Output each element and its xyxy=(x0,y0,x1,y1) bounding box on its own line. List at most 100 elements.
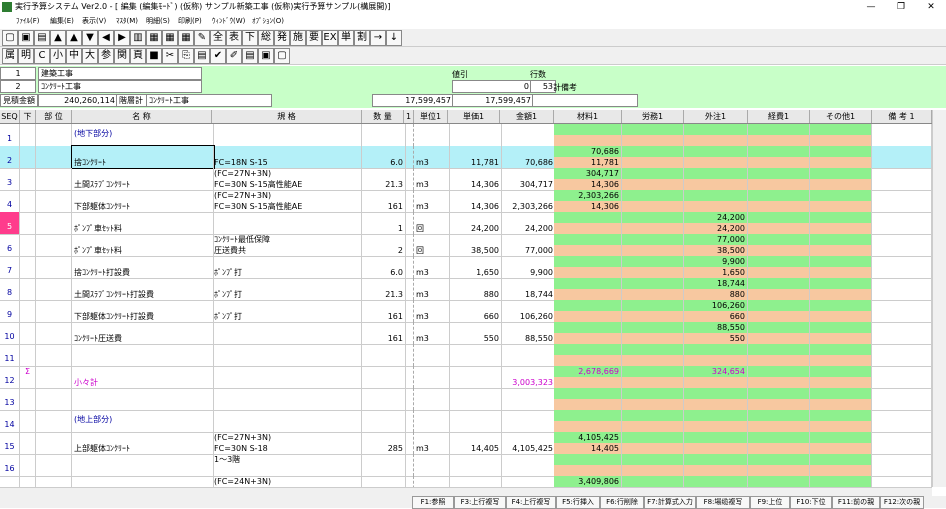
breakdown-cell[interactable]: 3,409,806 xyxy=(554,476,622,487)
quantity-cell[interactable]: 6.0 xyxy=(362,146,406,168)
breakdown-cell[interactable]: 324,654 xyxy=(684,366,748,388)
unit-cell[interactable] xyxy=(414,124,450,146)
quantity-cell[interactable] xyxy=(362,124,406,146)
quantity-cell[interactable] xyxy=(362,476,406,487)
toolbar-button[interactable]: 単 xyxy=(338,30,354,46)
breakdown-cell[interactable] xyxy=(810,476,872,487)
unit-cell[interactable] xyxy=(414,388,450,410)
toolbar-button[interactable]: ■ xyxy=(146,48,162,64)
part-cell[interactable] xyxy=(36,344,72,366)
toolbar-button[interactable]: EX xyxy=(322,30,338,46)
amount-cell[interactable]: 77,000 xyxy=(500,234,556,256)
part-cell[interactable] xyxy=(36,212,72,234)
unit-cell[interactable] xyxy=(414,366,450,388)
breakdown-cell[interactable] xyxy=(622,190,684,212)
remark-cell[interactable] xyxy=(872,234,932,256)
toolbar-button[interactable]: 総 xyxy=(258,30,274,46)
remark-cell[interactable] xyxy=(872,212,932,234)
quantity-cell[interactable]: 6.0 xyxy=(362,256,406,278)
seq-cell[interactable]: 15 xyxy=(0,432,20,454)
spec-cell[interactable] xyxy=(212,124,362,146)
qty-sub-cell[interactable] xyxy=(404,234,414,256)
breakdown-cell[interactable] xyxy=(748,190,810,212)
name-cell[interactable]: 小々計 xyxy=(72,366,214,388)
maximize-button[interactable]: ❐ xyxy=(886,0,916,14)
toolbar-button[interactable]: ▼ xyxy=(82,30,98,46)
unit-price-cell[interactable]: 24,200 xyxy=(448,212,502,234)
name-cell[interactable]: 捨ｺﾝｸﾘｰﾄ xyxy=(71,145,215,169)
part-cell[interactable] xyxy=(36,476,72,487)
seq-cell[interactable]: 6 xyxy=(0,234,20,256)
qty-sub-cell[interactable] xyxy=(404,256,414,278)
name-cell[interactable]: ﾎﾟﾝﾌﾟ車ｾｯﾄ料 xyxy=(72,212,214,234)
unit-price-cell[interactable]: 880 xyxy=(448,278,502,300)
vertical-scrollbar[interactable] xyxy=(932,110,946,487)
menu-item[interactable]: ｳｨﾝﾄﾞｳ(W) xyxy=(212,16,245,26)
column-header[interactable]: 単価1 xyxy=(448,110,500,123)
toolbar-button[interactable]: 頁 xyxy=(130,48,146,64)
toolbar-button[interactable]: 中 xyxy=(66,48,82,64)
unit-cell[interactable]: m3 xyxy=(414,278,450,300)
breakdown-cell[interactable] xyxy=(810,344,872,366)
table-row[interactable]: 12 Σ 小々計 3,003,323 2,678,669 324,654 xyxy=(0,366,932,389)
remark-cell[interactable] xyxy=(872,344,932,366)
breakdown-cell[interactable] xyxy=(622,300,684,322)
toolbar-button[interactable]: ▲ xyxy=(50,30,66,46)
remark-cell[interactable] xyxy=(872,476,932,487)
spec-cell[interactable] xyxy=(212,366,362,388)
quantity-cell[interactable]: 161 xyxy=(362,322,406,344)
seq-cell[interactable] xyxy=(0,476,20,487)
toolbar-button[interactable]: 施 xyxy=(290,30,306,46)
name-cell[interactable]: 下部躯体ｺﾝｸﾘｰﾄ xyxy=(72,190,214,212)
quantity-cell[interactable]: 2 xyxy=(362,234,406,256)
toolbar-button[interactable]: 参 xyxy=(98,48,114,64)
unit-cell[interactable]: m3 xyxy=(414,256,450,278)
breakdown-cell[interactable] xyxy=(622,388,684,410)
name-cell[interactable]: (地上部分) xyxy=(72,410,214,432)
seq-cell[interactable]: 2 xyxy=(0,146,20,168)
breakdown-cell[interactable] xyxy=(554,300,622,322)
mark-cell[interactable] xyxy=(20,168,36,190)
breakdown-cell[interactable]: 88,550 550 xyxy=(684,322,748,344)
qty-sub-cell[interactable] xyxy=(404,278,414,300)
qty-sub-cell[interactable] xyxy=(404,366,414,388)
table-row[interactable]: 15 上部躯体ｺﾝｸﾘｰﾄ (FC=27N+3N) FC=30N S-18 285 m3 1… xyxy=(0,432,932,455)
breakdown-cell[interactable] xyxy=(554,388,622,410)
menu-item[interactable]: ﾌｧｲﾙ(F) xyxy=(16,16,40,26)
remark-cell[interactable] xyxy=(872,256,932,278)
breakdown-cell[interactable] xyxy=(748,300,810,322)
spec-cell[interactable]: ｺﾝｸﾘｰﾄ最低保障 圧送費共 xyxy=(212,234,362,256)
table-row[interactable]: 11 xyxy=(0,344,932,367)
breakdown-cell[interactable] xyxy=(622,212,684,234)
breakdown-cell[interactable] xyxy=(810,300,872,322)
amount-cell[interactable]: 3,003,323 xyxy=(500,366,556,388)
table-row[interactable]: 2 捨ｺﾝｸﾘｰﾄ FC=18N S-15 6.0 m3 11,781 70,686 70,6… xyxy=(0,145,932,169)
qty-sub-cell[interactable] xyxy=(404,410,414,432)
table-row[interactable]: 4 下部躯体ｺﾝｸﾘｰﾄ (FC=27N+3N) FC=30N S-15高性能AE 16… xyxy=(0,190,932,213)
table-row[interactable]: 6 ﾎﾟﾝﾌﾟ車ｾｯﾄ料 ｺﾝｸﾘｰﾄ最低保障 圧送費共 2 回 38,500 77,000 7… xyxy=(0,234,932,257)
spec-cell[interactable] xyxy=(212,410,362,432)
unit-price-cell[interactable] xyxy=(448,344,502,366)
amount-cell[interactable]: 18,744 xyxy=(500,278,556,300)
toolbar-button[interactable]: ⎘ xyxy=(178,48,194,64)
breakdown-cell[interactable]: 9,900 1,650 xyxy=(684,256,748,278)
remark-cell[interactable] xyxy=(872,366,932,388)
toolbar-button[interactable]: ✂ xyxy=(162,48,178,64)
table-row[interactable]: 10 ｺﾝｸﾘｰﾄ圧送費 161 m3 550 88,550 88,550 550 xyxy=(0,322,932,345)
spec-cell[interactable] xyxy=(212,344,362,366)
amount-cell[interactable]: 4,105,425 xyxy=(500,432,556,454)
breakdown-cell[interactable] xyxy=(622,344,684,366)
quantity-cell[interactable]: 1 xyxy=(362,212,406,234)
qty-sub-cell[interactable] xyxy=(404,476,414,487)
mark-cell[interactable] xyxy=(20,410,36,432)
breakdown-cell[interactable] xyxy=(684,388,748,410)
breakdown-cell[interactable] xyxy=(810,190,872,212)
toolbar-button[interactable]: ↓ xyxy=(386,30,402,46)
breakdown-cell[interactable]: 2,678,669 xyxy=(554,366,622,388)
table-row[interactable]: 16 1～3階 xyxy=(0,454,932,477)
unit-cell[interactable]: m3 xyxy=(414,146,450,168)
function-key[interactable]: F11:前の親 xyxy=(832,496,880,509)
spec-cell[interactable]: 1～3階 xyxy=(212,454,362,476)
mark-cell[interactable] xyxy=(20,234,36,256)
toolbar-button[interactable]: ▤ xyxy=(194,48,210,64)
